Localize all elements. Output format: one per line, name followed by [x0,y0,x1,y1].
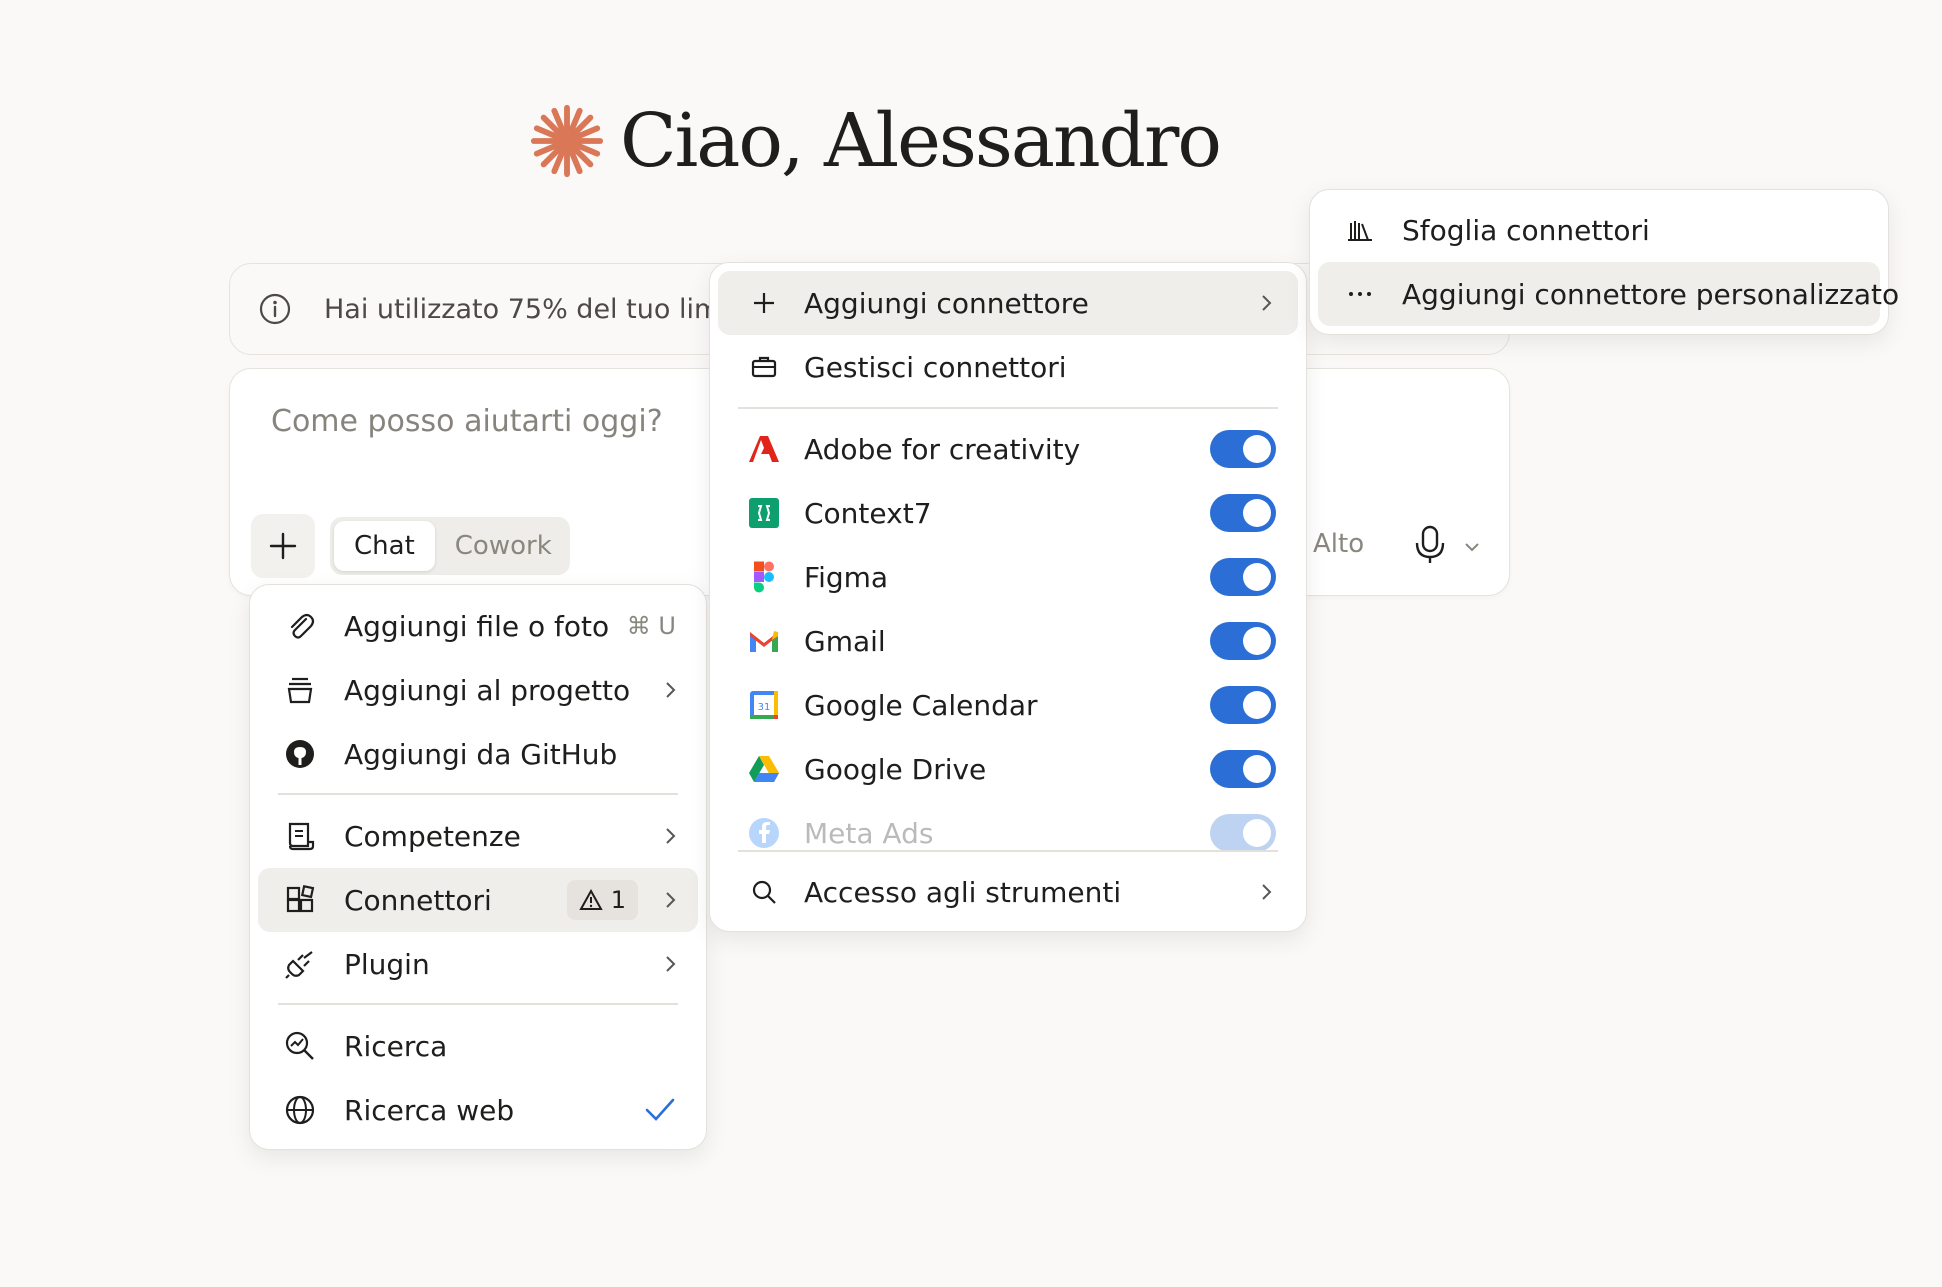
menu-item-web-search[interactable]: Ricerca web [258,1078,698,1142]
gmail-icon [746,623,782,659]
menu-item-add-from-github[interactable]: Aggiungi da GitHub [258,722,698,786]
svg-text:31: 31 [758,702,771,713]
menu-item-browse-connectors[interactable]: Sfoglia connettori [1318,198,1880,262]
github-icon [282,736,318,772]
briefcase-icon [746,349,782,385]
effort-selector[interactable]: Alto [1313,529,1364,559]
adobe-icon [746,431,782,467]
connector-figma[interactable]: Figma [718,545,1298,609]
menu-item-add-to-project[interactable]: Aggiungi al progetto [258,658,698,722]
greeting-title: Ciao, Alessandro [620,98,1222,184]
shortcut-label: ⌘ U [626,612,676,640]
warning-badge: 1 [566,880,638,920]
meta-icon [746,815,782,851]
mode-switch: Chat Cowork [330,517,570,575]
chevron-right-icon [1262,884,1272,900]
menu-item-add-connector[interactable]: Aggiungi connettore [718,271,1298,335]
google-drive-icon [746,751,782,787]
context7-icon [746,495,782,531]
menu-item-add-file[interactable]: Aggiungi file o foto ⌘ U [258,594,698,658]
chevron-right-icon [666,892,676,908]
toggle-switch[interactable] [1210,750,1276,788]
plug-icon [282,946,318,982]
menu-divider [278,793,678,795]
menu-item-tool-access[interactable]: Accesso agli strumenti [718,860,1298,924]
chevron-right-icon [666,828,676,844]
toggle-switch[interactable] [1210,814,1276,852]
chevron-down-icon[interactable] [1461,536,1483,558]
library-icon [1342,212,1378,248]
checkmark-icon [645,1098,675,1121]
more-dots-icon [1342,276,1378,312]
menu-item-skills[interactable]: Competenze [258,804,698,868]
usage-notice-text: Hai utilizzato 75% del tuo limi [324,293,728,325]
menu-item-research[interactable]: Ricerca [258,1014,698,1078]
paperclip-icon [282,608,318,644]
toggle-switch[interactable] [1210,430,1276,468]
connectors-icon [282,882,318,918]
prompt-input[interactable]: Come posso aiutarti oggi? [271,404,663,439]
project-stack-icon [282,672,318,708]
attachments-menu: Aggiungi file o foto ⌘ U Aggiungi al pro… [249,584,707,1150]
menu-item-plugin[interactable]: Plugin [258,932,698,996]
chevron-right-icon [1262,295,1272,311]
plus-icon [746,285,782,321]
menu-divider [278,1003,678,1005]
connector-context7[interactable]: Context7 [718,481,1298,545]
connectors-menu: Aggiungi connettore Gestisci connettori … [709,262,1307,932]
search-icon [746,874,782,910]
toggle-switch[interactable] [1210,686,1276,724]
add-connector-submenu: Sfoglia connettori Aggiungi connettore p… [1309,189,1899,335]
mode-chat-button[interactable]: Chat [334,521,435,571]
plus-icon [269,532,297,560]
toggle-switch[interactable] [1210,494,1276,532]
scroll-icon [282,818,318,854]
menu-item-connectors[interactable]: Connettori 1 [258,868,698,932]
connector-google-drive[interactable]: Google Drive [718,737,1298,801]
microphone-icon[interactable] [1413,525,1447,565]
figma-icon [746,559,782,595]
research-icon [282,1028,318,1064]
sparkle-logo-icon [530,104,604,178]
connector-adobe[interactable]: Adobe for creativity [718,417,1298,481]
toggle-switch[interactable] [1210,622,1276,660]
google-calendar-icon: 31 [746,687,782,723]
menu-divider [738,850,1278,852]
warning-icon [579,889,603,910]
add-button[interactable] [251,514,315,578]
info-icon [259,293,291,325]
menu-item-manage-connectors[interactable]: Gestisci connettori [718,335,1298,399]
globe-icon [282,1092,318,1128]
greeting: Ciao, Alessandro [528,98,1222,184]
connector-google-calendar[interactable]: 31 Google Calendar [718,673,1298,737]
chevron-right-icon [666,956,676,972]
connector-meta-ads[interactable]: Meta Ads [718,801,1298,865]
chevron-right-icon [666,682,676,698]
menu-item-add-custom-connector[interactable]: Aggiungi connettore personalizzato [1318,262,1899,326]
connector-gmail[interactable]: Gmail [718,609,1298,673]
menu-divider [738,407,1278,409]
mode-cowork-button[interactable]: Cowork [435,521,572,571]
toggle-switch[interactable] [1210,558,1276,596]
